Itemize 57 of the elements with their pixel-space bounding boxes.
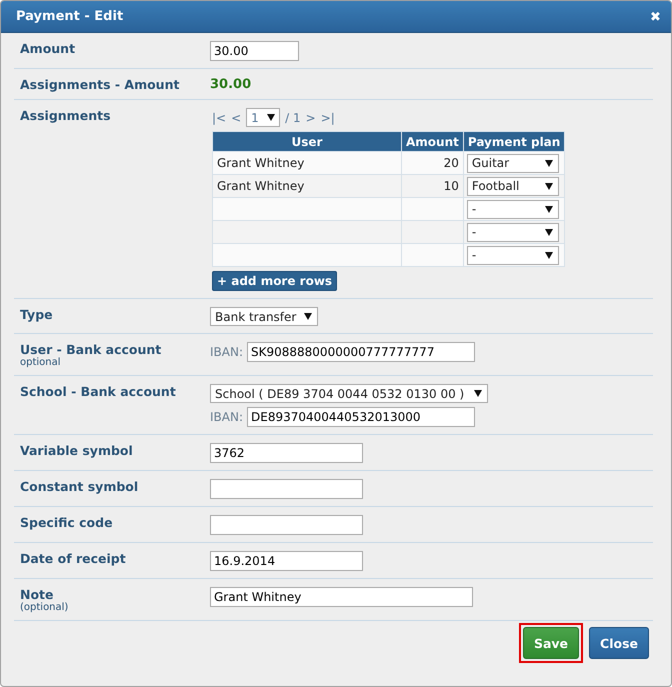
close-button[interactable]: ✖: [650, 9, 661, 24]
first-page-link[interactable]: |<: [212, 110, 226, 124]
dropdown[interactable]: School ( DE89 3704 0044 0532 0130 00 ): [210, 384, 488, 403]
plan-dropdown[interactable]: -: [466, 222, 559, 242]
plan-dropdown[interactable]: Football: [466, 176, 559, 196]
caret-icon: [544, 160, 553, 166]
field-label: User - Bank account: [20, 342, 162, 357]
page-dropdown[interactable]: 1: [246, 108, 280, 127]
field-hint: optional: [20, 357, 62, 368]
caret-icon: [544, 182, 553, 190]
dropdown[interactable]: Bank transfer: [210, 307, 318, 326]
table-cell: 10: [402, 174, 464, 198]
caret-icon: [544, 228, 553, 236]
iban-field[interactable]: SK9088880000000777777777: [247, 342, 475, 362]
field-label: Assignments: [20, 108, 112, 123]
previous-page-link[interactable]: <: [231, 110, 242, 124]
text-field[interactable]: 30.00: [210, 41, 299, 61]
field-hint: (optional): [20, 602, 70, 613]
plan-dropdown[interactable]: -: [466, 200, 559, 218]
text-field[interactable]: [210, 515, 363, 535]
window-title: Payment - Edit: [16, 9, 124, 24]
plan-dropdown[interactable]: Guitar: [466, 154, 559, 172]
iban-label: IBAN:: [210, 410, 243, 424]
column-header: Amount: [402, 132, 464, 152]
last-page-link[interactable]: >|: [320, 110, 335, 124]
table-cell: Grant Whitney: [212, 152, 402, 174]
table-cell: 20: [402, 152, 464, 174]
column-header: Payment plan: [463, 132, 565, 152]
caret-icon: [266, 114, 275, 121]
column-header: User: [212, 132, 402, 152]
text-field[interactable]: 3762: [210, 443, 363, 463]
text-field[interactable]: [210, 479, 363, 499]
field-label: Type: [20, 307, 54, 322]
field-label: Note: [20, 587, 55, 602]
iban-label: IBAN:: [210, 345, 243, 359]
field-label: Variable symbol: [20, 443, 134, 458]
plan-dropdown[interactable]: -: [466, 246, 559, 264]
field-label: Assignments - Amount: [20, 77, 180, 92]
close-button[interactable]: Close: [589, 627, 649, 659]
field-label: Date of receipt: [20, 551, 127, 566]
field-label: School - Bank account: [20, 384, 177, 399]
text-field[interactable]: Grant Whitney: [210, 587, 473, 607]
field-label: Constant symbol: [20, 479, 140, 494]
caret-icon: [544, 206, 553, 212]
next-page-link[interactable]: >: [306, 110, 316, 124]
amount-value: 30.00: [210, 77, 252, 92]
caret-icon: [474, 390, 482, 397]
text-field[interactable]: 16.9.2014: [210, 551, 363, 571]
save-button[interactable]: Save: [522, 627, 580, 659]
add-rows-button[interactable]: + add more rows: [212, 271, 338, 291]
iban-field[interactable]: DE89370400440532013000: [247, 407, 475, 427]
field-label: Specific code: [20, 515, 114, 530]
caret-icon: [544, 252, 553, 258]
page-count: / 1: [285, 110, 301, 124]
field-label: Amount: [20, 41, 76, 56]
table-cell: Grant Whitney: [212, 174, 402, 198]
caret-icon: [304, 313, 312, 320]
